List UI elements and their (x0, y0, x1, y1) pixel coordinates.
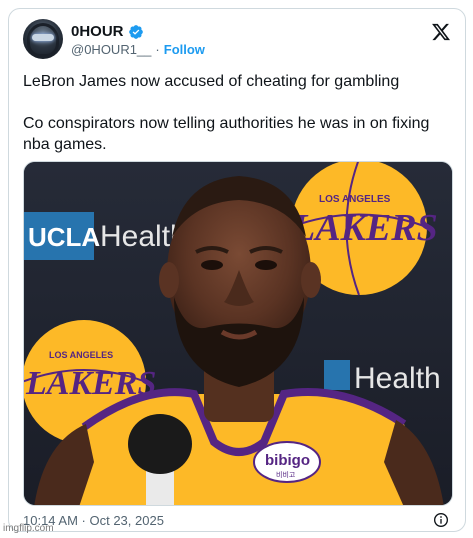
follow-button[interactable]: Follow (164, 42, 205, 57)
backdrop-los-angeles-top: LOS ANGELES (319, 194, 391, 205)
author-name-row: 0HOUR (71, 23, 144, 40)
photo-illustration: UCLA Health LOS ANGELES LAKERS LOS ANGEL… (24, 162, 452, 505)
verified-badge-icon (128, 24, 143, 39)
avatar[interactable] (23, 19, 63, 59)
x-logo-icon[interactable] (431, 22, 451, 42)
jersey-patch-text: bibigo (265, 452, 310, 469)
backdrop-ucla: UCLA (28, 222, 100, 252)
author-display-name[interactable]: 0HOUR (71, 23, 124, 40)
jersey-patch-sub: 비비고 (276, 470, 296, 479)
imgflip-watermark: imgflip.com (3, 523, 54, 534)
separator-dot: · (155, 42, 160, 57)
tweet-text-line-1: LeBron James now accused of cheating for… (23, 73, 400, 90)
backdrop-los-angeles-bottom: LOS ANGELES (49, 350, 113, 360)
author-handle-row: @0HOUR1__ · Follow (71, 42, 205, 57)
backdrop-lakers-top: LAKERS (291, 207, 438, 249)
backdrop-health-right: Health (354, 362, 441, 395)
tweet-text-line-2: Co conspirators now telling authorities … (23, 115, 430, 153)
info-icon[interactable] (433, 512, 449, 528)
tweet-text: LeBron James now accused of cheating for… (23, 71, 455, 155)
tweet-photo[interactable]: UCLA Health LOS ANGELES LAKERS LOS ANGEL… (23, 161, 453, 506)
author-handle[interactable]: @0HOUR1__ (71, 42, 151, 57)
microphone (128, 414, 192, 474)
tweet-card[interactable]: 0HOUR @0HOUR1__ · Follow LeBron James no… (8, 8, 466, 532)
